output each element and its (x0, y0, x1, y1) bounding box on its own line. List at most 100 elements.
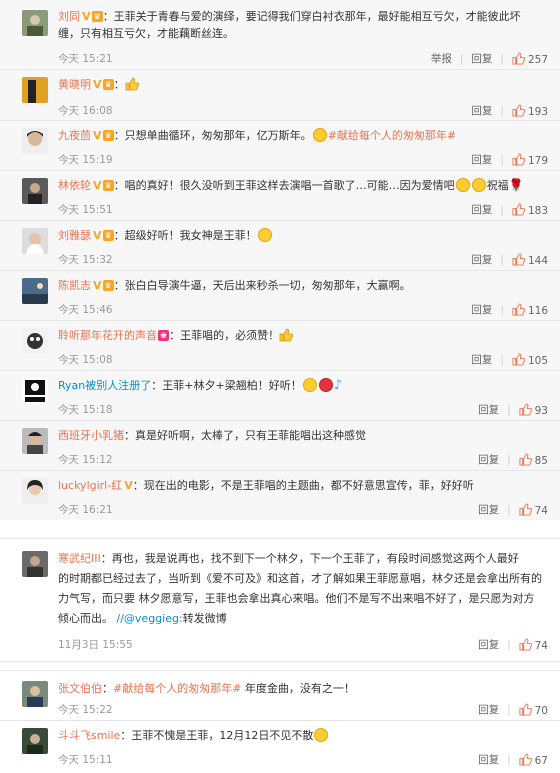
level-badge-icon: ♛ (102, 280, 114, 291)
comment-username[interactable]: 西班牙小乳猪 (58, 429, 124, 442)
heart-eyes-emoji-icon (318, 378, 333, 392)
like-count: 116 (527, 304, 548, 317)
comment-text: ：王菲不愧是王菲，12月12日不见不散 (120, 729, 314, 742)
reply-button[interactable]: 回复 (471, 51, 492, 66)
avatar[interactable] (22, 278, 48, 304)
like-button[interactable]: 74 (519, 502, 548, 517)
laugh-emoji-icon (471, 178, 486, 192)
avatar[interactable] (22, 428, 48, 454)
like-button[interactable]: 67 (519, 752, 548, 767)
avatar[interactable] (22, 328, 48, 354)
like-button[interactable]: 193 (512, 103, 548, 118)
like-count: 93 (534, 404, 548, 417)
comment-list-panel-3: 张文伯伯：#献给每个人的匆匆那年# 年度金曲，没有之一！ 今天 15:22 回复… (0, 670, 560, 773)
like-button[interactable]: 85 (519, 452, 548, 467)
avatar[interactable] (22, 178, 48, 204)
comment-item: Ryan被别人注册了：王菲+林夕+梁翘柏！好听！ ♪ 今天 15:18 回复 | 93 (0, 371, 560, 421)
comment-time: 今天 16:21 (58, 504, 113, 516)
comment-time: 今天 15:46 (58, 304, 113, 316)
like-count: 183 (527, 204, 548, 217)
like-button[interactable]: 144 (512, 252, 548, 267)
like-button[interactable]: 257 (512, 51, 548, 66)
topic-tag[interactable]: #献给每个人的匆匆那年# (328, 129, 456, 142)
verified-icon: V (93, 229, 102, 242)
like-button[interactable]: 74 (519, 637, 548, 652)
thumb-up-icon (512, 252, 525, 266)
avatar[interactable] (22, 681, 48, 707)
thumb-up-icon (512, 352, 525, 366)
mention-link[interactable]: //@veggieg: (117, 612, 183, 625)
like-button[interactable]: 179 (512, 152, 548, 167)
comment-text: ：王菲唱的，必须赞！ (169, 329, 280, 342)
reply-button[interactable]: 回复 (471, 252, 492, 267)
comment-time: 今天 15:18 (58, 404, 113, 416)
reply-button[interactable]: 回复 (471, 152, 492, 167)
thumb-up-icon (519, 452, 532, 466)
comment-username[interactable]: luckylgirl-红 (58, 479, 122, 492)
level-badge-icon: ♛ (102, 180, 114, 191)
like-count: 144 (527, 254, 548, 267)
comment-item: luckylgirl-红 V：现在出的电影，不是王菲唱的主题曲，都不好意思宣传，菲… (0, 471, 560, 520)
comment-item: 陈凯志 V ♛ ：张白白导演牛逼，天后出来秒杀一切，匆匆那年，大赢啊。 今天 15:4… (0, 271, 560, 321)
comment-username[interactable]: 刘雅瑟 (58, 229, 91, 242)
like-count: 85 (534, 454, 548, 467)
avatar[interactable] (22, 128, 48, 154)
like-button[interactable]: 93 (519, 402, 548, 417)
like-button[interactable]: 70 (519, 702, 548, 717)
avatar[interactable] (22, 10, 48, 36)
topic-tag[interactable]: #献给每个人的匆匆那年# (113, 682, 241, 695)
comment-item: 西班牙小乳猪：真是好听啊，太棒了，只有王菲能唱出这种感觉 今天 15:12 回复… (0, 421, 560, 471)
comment-username[interactable]: 寒武纪III (58, 552, 101, 565)
rose-icon: 🌹 (508, 178, 524, 192)
verified-icon: V (93, 129, 102, 142)
comment-text: ：王菲+林夕+梁翘柏！好听！ (151, 379, 302, 392)
reply-button[interactable]: 回复 (471, 202, 492, 217)
comment-time: 今天 15:12 (58, 454, 113, 466)
reply-button[interactable]: 回复 (471, 302, 492, 317)
reply-button[interactable]: 回复 (478, 637, 499, 652)
reply-button[interactable]: 回复 (478, 702, 499, 717)
avatar[interactable] (22, 378, 48, 404)
comment-list-panel-1: 刘同 V ♛ ：王菲关于青春与爱的演绎，要记得我们穿白衬衣那年，最好能相互亏欠，才能彼… (0, 0, 560, 520)
avatar[interactable] (22, 228, 48, 254)
comment-time: 今天 15:22 (58, 704, 113, 716)
like-button[interactable]: 116 (512, 302, 548, 317)
avatar[interactable] (22, 77, 48, 103)
thumb-up-icon (519, 702, 532, 716)
thumbs-up-emoji-icon (125, 77, 139, 91)
reply-button[interactable]: 回复 (478, 402, 499, 417)
comment-username[interactable]: 聆听那年花开的声音 (58, 329, 157, 342)
reply-button[interactable]: 回复 (478, 452, 499, 467)
avatar[interactable] (22, 478, 48, 504)
comment-text: ：真是好听啊，太棒了，只有王菲能唱出这种感觉 (124, 429, 366, 442)
comment-item: 刘同 V ♛ ：王菲关于青春与爱的演绎，要记得我们穿白衬衣那年，最好能相互亏欠，才能彼… (0, 0, 560, 70)
reply-button[interactable]: 回复 (471, 103, 492, 118)
comment-username[interactable]: 刘同 (58, 10, 80, 23)
verified-icon: V (93, 78, 102, 91)
comment-username[interactable]: 林依轮 (58, 179, 91, 192)
comment-username[interactable]: 张文伯伯 (58, 682, 102, 695)
thumb-up-icon (519, 502, 532, 516)
like-button[interactable]: 183 (512, 202, 548, 217)
comment-text: ：王菲关于青春与爱的演绎，要记得我们穿白衬衣那年，最好能相互亏欠，才能彼此坏 (102, 10, 521, 23)
comment-text: 年度金曲，没有之一！ (241, 682, 355, 695)
comment-text: ： (113, 78, 125, 91)
comment-username[interactable]: 黄晓明 (58, 78, 91, 91)
avatar[interactable] (22, 728, 48, 754)
reply-button[interactable]: 回复 (471, 352, 492, 367)
report-button[interactable]: 举报 (431, 51, 452, 66)
comment-username[interactable]: 陈凯志 (58, 279, 91, 292)
thumb-up-icon (512, 152, 525, 166)
comment-username[interactable]: 斗斗飞smile (58, 729, 120, 742)
verified-icon: V (124, 479, 133, 492)
comment-username[interactable]: 九夜茴 (58, 129, 91, 142)
reply-button[interactable]: 回复 (478, 502, 499, 517)
thumb-up-icon (512, 202, 525, 216)
avatar[interactable] (22, 551, 48, 577)
member-badge-icon: ♚ (158, 330, 170, 341)
forward-text: 转发微博 (182, 612, 227, 625)
reply-button[interactable]: 回复 (478, 752, 499, 767)
comment-username[interactable]: Ryan被别人注册了 (58, 379, 151, 392)
comment-text-end: 祝福 (486, 179, 509, 192)
like-button[interactable]: 105 (512, 352, 548, 367)
